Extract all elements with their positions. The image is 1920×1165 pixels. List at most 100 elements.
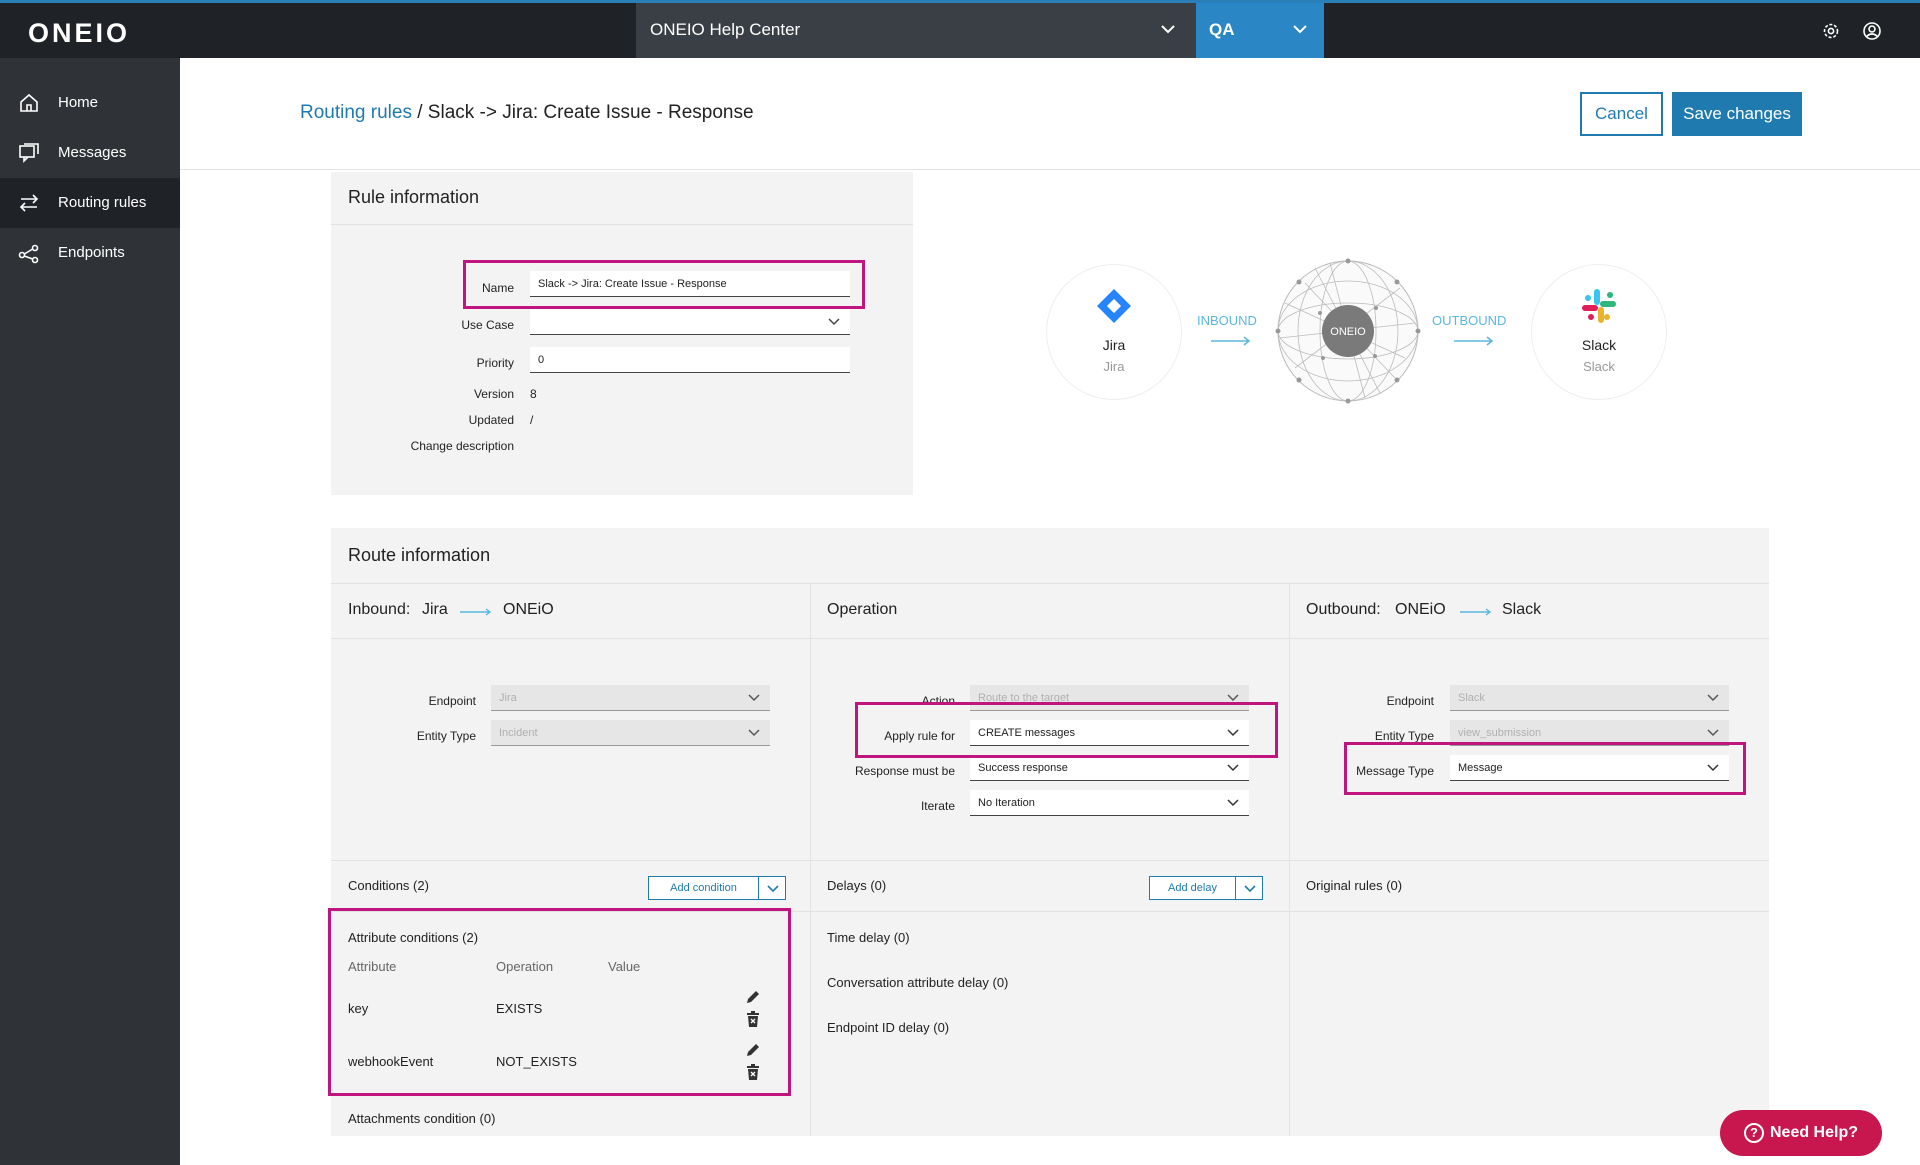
response-must-be-label: Response must be [854, 764, 955, 778]
priority-input[interactable]: 0 [530, 347, 850, 373]
endpoint-id-delay-title: Endpoint ID delay (0) [827, 1020, 950, 1035]
sidebar-item-endpoints[interactable]: Endpoints [0, 228, 180, 278]
add-delay-dropdown[interactable] [1235, 876, 1263, 900]
target-node-name: Slack [1581, 337, 1617, 353]
outbound-to: Slack [1502, 601, 1542, 618]
source-node-subtitle: Jira [1103, 359, 1125, 374]
inbound-label: INBOUND [1197, 313, 1257, 328]
user-account-icon[interactable] [1861, 20, 1883, 42]
chevron-down-icon [828, 318, 840, 326]
chevron-down-icon [767, 885, 779, 893]
priority-label: Priority [476, 356, 514, 370]
inbound-to: ONEiO [503, 601, 554, 618]
endpoints-icon [18, 244, 39, 264]
rule-information-panel: Rule information Name Slack -> Jira: Cre… [331, 172, 913, 495]
source-node-name: Jira [1102, 337, 1126, 353]
sidebar-item-messages[interactable]: Messages [0, 128, 180, 178]
response-must-be-select[interactable]: Success response [970, 755, 1249, 781]
inbound-endpoint-select[interactable]: Jira [491, 685, 770, 711]
save-changes-button[interactable]: Save changes [1672, 92, 1802, 136]
outbound-from: ONEiO [1395, 601, 1446, 618]
breadcrumb-current: Slack -> Jira: Create Issue - Response [427, 102, 754, 123]
iterate-select[interactable]: No Iteration [970, 790, 1249, 816]
inbound-arrow-icon [1211, 336, 1251, 346]
chevron-down-icon [1707, 729, 1719, 737]
change-description-label: Change description [410, 439, 514, 453]
highlight-attribute-conditions [328, 908, 791, 1096]
organization-select-label: ONEIO Help Center [650, 20, 801, 39]
messages-icon [19, 143, 39, 163]
environment-select-label: QA [1209, 20, 1235, 39]
chevron-down-icon [1293, 25, 1307, 34]
need-help-button[interactable]: ? Need Help? [1720, 1110, 1882, 1156]
use-case-label: Use Case [461, 318, 514, 332]
outbound-endpoint-value: Slack [1458, 692, 1485, 704]
outbound-arrow-icon [1454, 336, 1494, 346]
response-must-be-value: Success response [978, 762, 1068, 774]
time-delay-title: Time delay (0) [827, 930, 910, 945]
add-condition-button[interactable]: Add condition [648, 876, 759, 900]
source-node[interactable] [1046, 264, 1182, 400]
divider [331, 583, 1769, 584]
highlight-message-type [1344, 742, 1746, 795]
outbound-title-prefix: Outbound: [1306, 601, 1381, 618]
outbound-endpoint-select[interactable]: Slack [1450, 685, 1729, 711]
outbound-label: OUTBOUND [1432, 313, 1507, 328]
jira-logo-icon [1097, 289, 1131, 323]
settings-gear-icon[interactable] [1820, 20, 1842, 42]
breadcrumb: Routing rules / Slack -> Jira: Create Is… [300, 102, 754, 124]
updated-value: / [530, 413, 534, 427]
slack-logo-icon [1582, 289, 1616, 323]
routing-icon [19, 194, 39, 212]
inbound-from: Jira [422, 601, 448, 618]
chevron-down-icon [748, 694, 760, 702]
inbound-entity-type-label: Entity Type [416, 729, 476, 743]
version-value: 8 [530, 387, 537, 401]
inbound-endpoint-label: Endpoint [428, 694, 476, 708]
divider [331, 224, 913, 225]
outbound-entity-type-value: view_submission [1458, 727, 1542, 739]
sidebar: Home Messages Routing rules Endpoints [0, 58, 180, 1165]
arrow-right-icon [460, 608, 492, 616]
target-node[interactable] [1531, 264, 1667, 400]
conversation-attribute-delay-title: Conversation attribute delay (0) [827, 975, 1009, 990]
arrow-right-icon [1460, 608, 1492, 616]
outbound-endpoint-label: Endpoint [1386, 694, 1434, 708]
environment-select[interactable]: QA [1196, 3, 1324, 58]
cancel-button[interactable]: Cancel [1580, 92, 1663, 136]
sidebar-item-label: Routing rules [58, 194, 147, 211]
panel-title: Rule information [348, 187, 480, 207]
iterate-label: Iterate [920, 799, 955, 813]
use-case-select[interactable] [530, 309, 850, 335]
need-help-label: Need Help? [1769, 1124, 1858, 1141]
add-condition-dropdown[interactable] [758, 876, 786, 900]
sidebar-item-home[interactable]: Home [0, 78, 180, 128]
inbound-title-prefix: Inbound: [348, 601, 411, 618]
divider [331, 860, 1769, 861]
chevron-down-icon [1244, 885, 1256, 893]
sidebar-item-label: Messages [58, 144, 127, 161]
original-rules-title: Original rules (0) [1306, 878, 1403, 893]
inbound-endpoint-value: Jira [499, 692, 517, 704]
help-question-icon: ? [1743, 1123, 1764, 1143]
breadcrumb-routing-rules-link[interactable]: Routing rules [300, 102, 412, 123]
panel-title: Route information [348, 545, 491, 565]
oneio-logo[interactable]: ONEIO [28, 18, 130, 49]
chevron-down-icon [1161, 25, 1175, 34]
target-node-subtitle: Slack [1583, 359, 1615, 374]
chevron-down-icon [748, 729, 760, 737]
chevron-down-icon [1227, 799, 1239, 807]
chevron-down-icon [1227, 764, 1239, 772]
add-delay-button[interactable]: Add delay [1149, 876, 1236, 900]
iterate-value: No Iteration [978, 797, 1035, 809]
version-label: Version [473, 387, 514, 401]
sidebar-item-label: Home [58, 94, 99, 111]
updated-label: Updated [468, 413, 514, 427]
sidebar-item-routing-rules[interactable]: Routing rules [0, 178, 180, 228]
organization-select[interactable]: ONEIO Help Center [636, 3, 1196, 58]
inbound-entity-type-select[interactable]: Incident [491, 720, 770, 746]
priority-value: 0 [538, 354, 545, 366]
outbound-entity-type-label: Entity Type [1374, 729, 1434, 743]
chevron-down-icon [1707, 694, 1719, 702]
inbound-entity-type-value: Incident [499, 727, 538, 739]
